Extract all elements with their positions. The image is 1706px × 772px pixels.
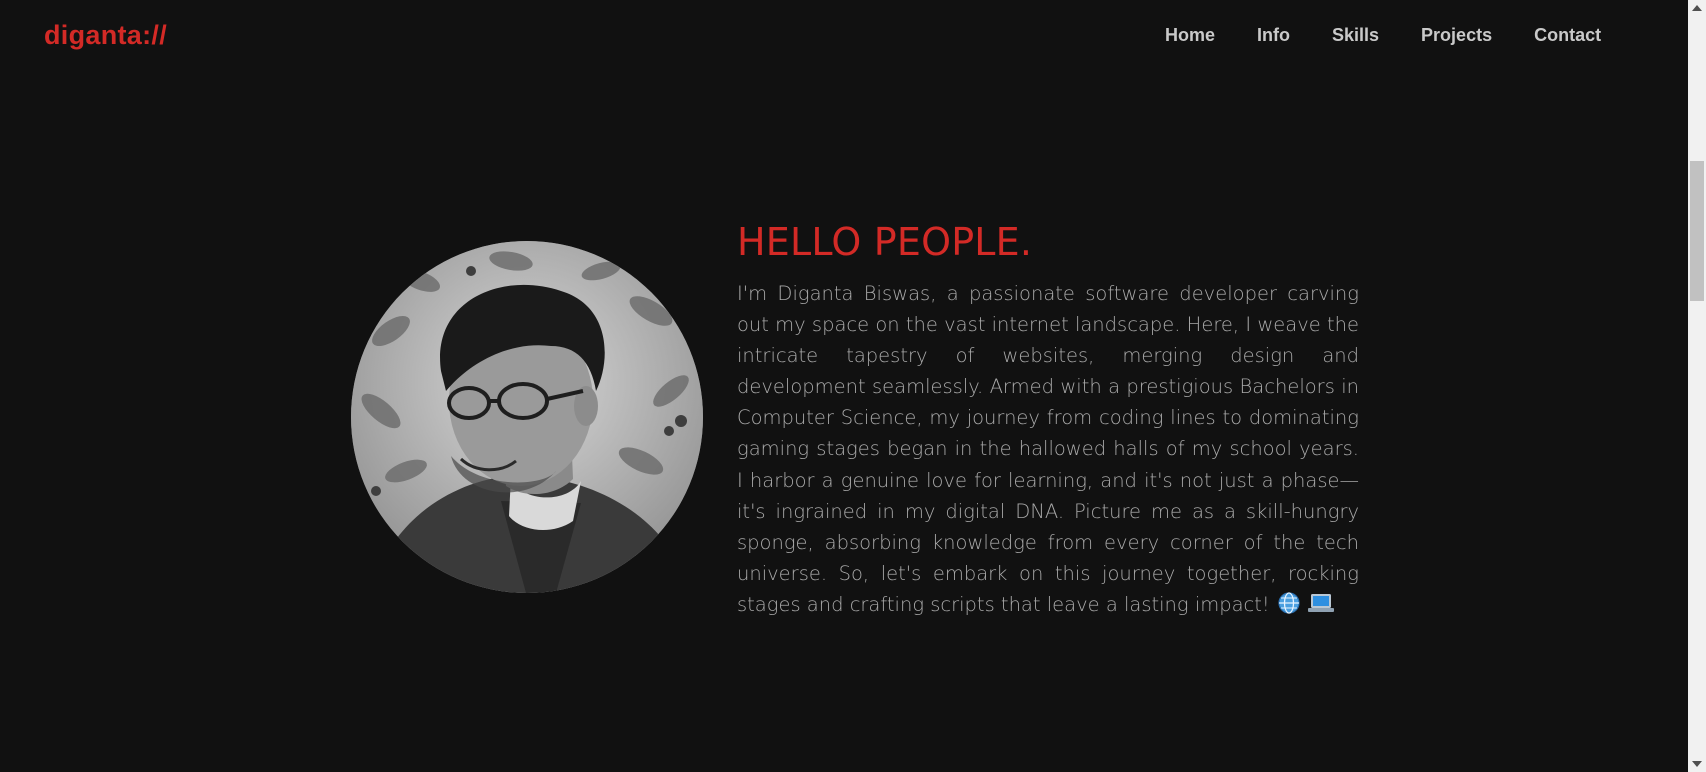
site-header: diganta:// Home Info Skills Projects Con…	[0, 0, 1688, 74]
site-logo[interactable]: diganta://	[44, 20, 167, 51]
scroll-thumb[interactable]	[1690, 161, 1704, 301]
hero-body: I'm Diganta Biswas, a passionate softwar…	[737, 278, 1359, 623]
hero-section: HELLO PEOPLE. I'm Diganta Biswas, a pass…	[737, 216, 1359, 623]
globe-icon	[1278, 592, 1300, 623]
nav-info[interactable]: Info	[1257, 25, 1290, 46]
profile-photo	[351, 241, 703, 593]
hero-title: HELLO PEOPLE.	[737, 220, 1033, 264]
vertical-scrollbar[interactable]	[1688, 0, 1706, 772]
nav-projects[interactable]: Projects	[1421, 25, 1492, 46]
laptop-icon	[1307, 592, 1334, 623]
profile-photo-graphic	[351, 241, 703, 593]
nav-home[interactable]: Home	[1165, 25, 1215, 46]
nav-contact[interactable]: Contact	[1534, 25, 1601, 46]
scroll-down-icon[interactable]	[1692, 761, 1702, 767]
hero-body-text: I'm Diganta Biswas, a passionate softwar…	[737, 282, 1359, 616]
page: diganta:// Home Info Skills Projects Con…	[0, 0, 1706, 772]
main-nav: Home Info Skills Projects Contact	[1165, 25, 1601, 46]
nav-skills[interactable]: Skills	[1332, 25, 1379, 46]
scroll-up-icon[interactable]	[1692, 5, 1702, 11]
